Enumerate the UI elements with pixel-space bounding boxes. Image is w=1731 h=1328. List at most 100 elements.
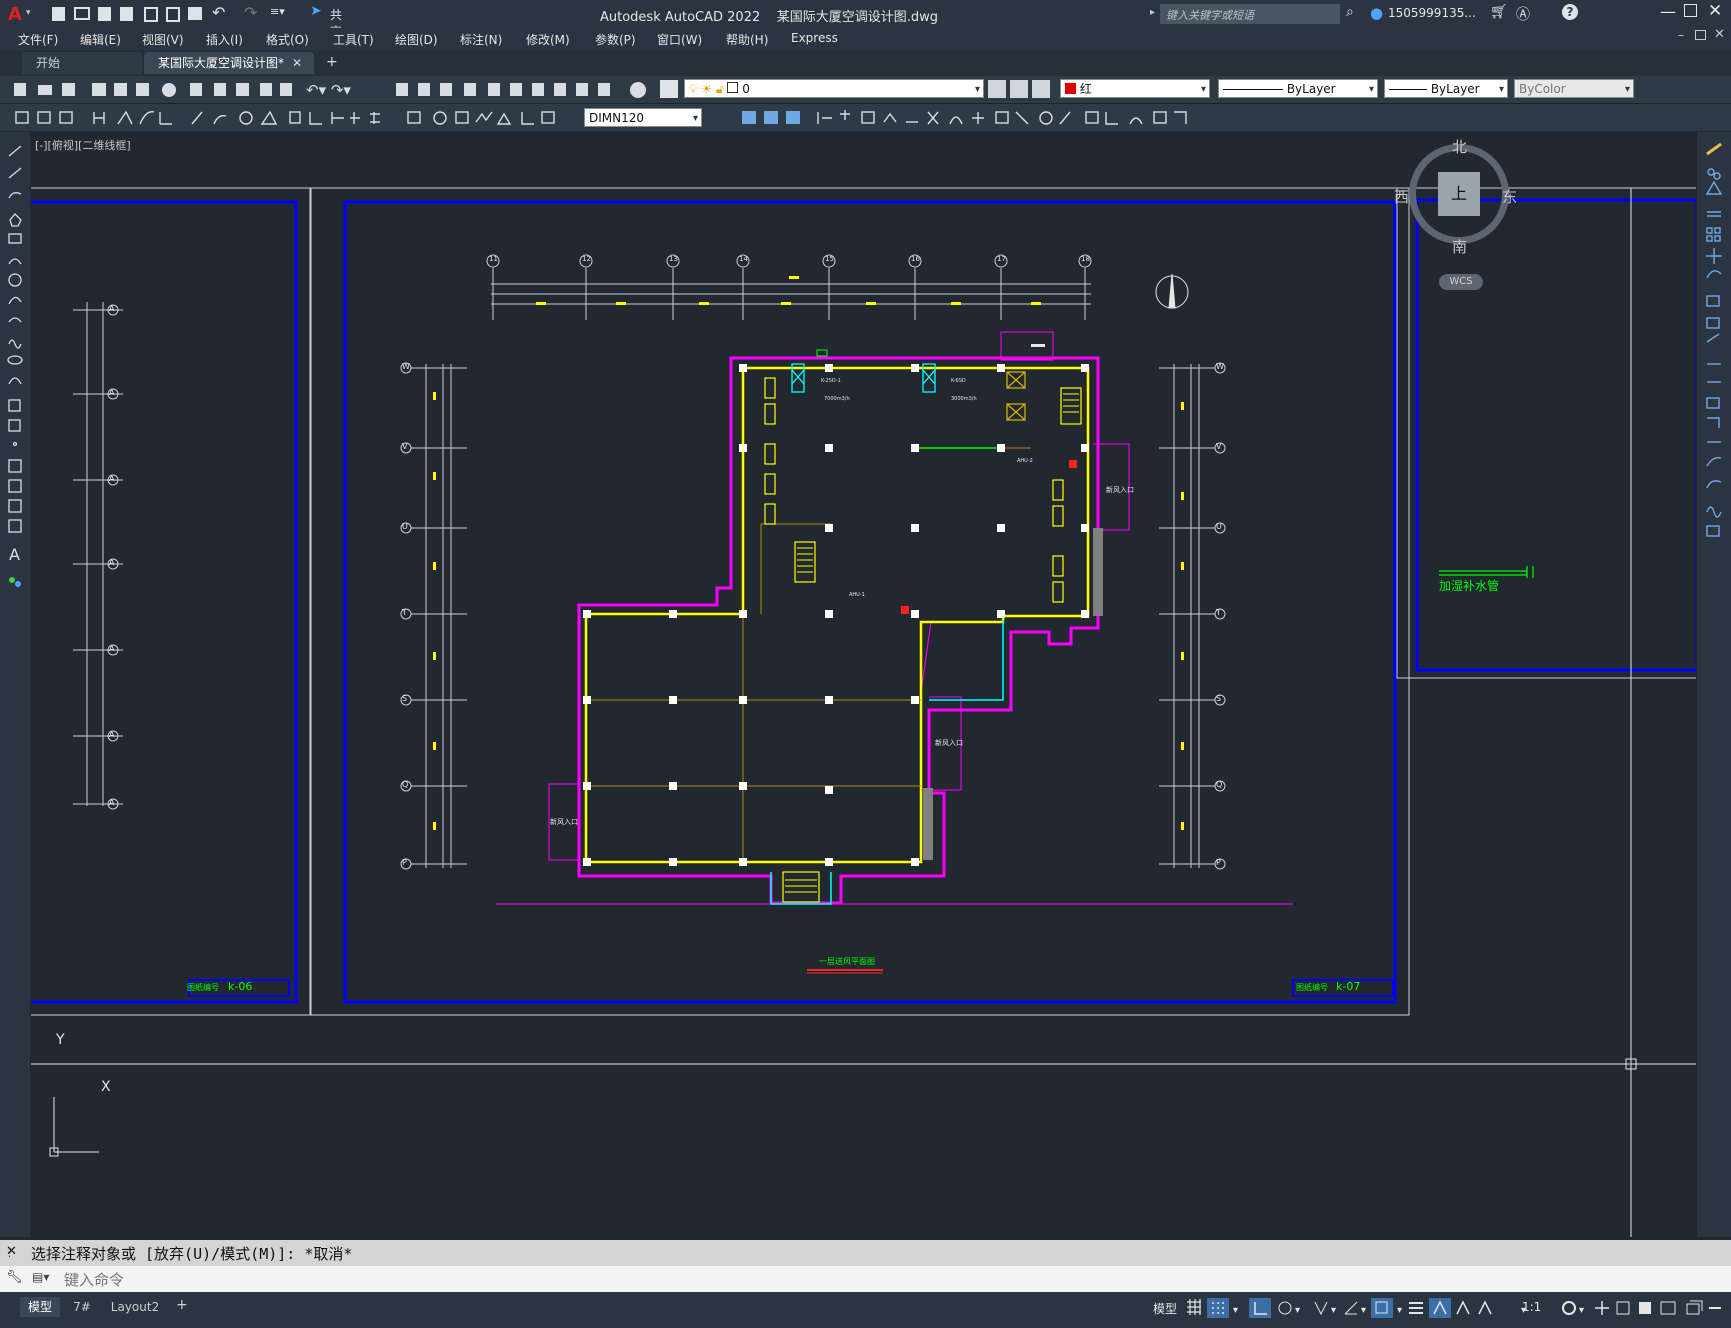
- tab-layout-7[interactable]: 7#: [70, 1297, 94, 1317]
- sheet-number: k-06: [228, 980, 253, 993]
- sun-icon[interactable]: ☀︎: [701, 82, 712, 96]
- ucs-x-label: X: [101, 1079, 111, 1095]
- tab-model[interactable]: 模型: [20, 1297, 60, 1317]
- open-from-web-icon[interactable]: [144, 7, 158, 22]
- recent-commands-icon[interactable]: ▤▾: [32, 1270, 49, 1284]
- menu-draw[interactable]: 绘图(D): [395, 31, 438, 48]
- standard-toolbar-icons[interactable]: ↶▾ ↷▾: [8, 80, 668, 100]
- search-icon[interactable]: ⌕: [1346, 4, 1354, 20]
- dimension-toolbar-icons[interactable]: [10, 108, 580, 128]
- menu-edit[interactable]: 编辑(E): [80, 31, 121, 48]
- grid-label: S: [402, 694, 408, 703]
- menu-help[interactable]: 帮助(H): [726, 31, 768, 48]
- wcs-menu[interactable]: WCS: [1439, 274, 1483, 290]
- lock-icon[interactable]: 🔓︎: [716, 82, 724, 96]
- app-menu-arrow-icon[interactable]: ▾: [26, 8, 31, 18]
- viewcube-south[interactable]: 南: [1452, 236, 1467, 257]
- menu-parametric[interactable]: 参数(P): [595, 31, 636, 48]
- lineweight-dropdown[interactable]: ByLayer ▾: [1384, 79, 1508, 98]
- tab-start[interactable]: 开始: [22, 52, 142, 74]
- autocad-logo[interactable]: A: [8, 4, 22, 25]
- svg-text:3000m3/h: 3000m3/h: [951, 396, 977, 402]
- close-window-icon[interactable]: ✕: [1708, 1, 1722, 21]
- customize-icon[interactable]: 🔧︎: [6, 1270, 23, 1285]
- menu-insert[interactable]: 插入(I): [206, 31, 243, 48]
- viewcube[interactable]: 上 北 南 东 西 WCS: [1389, 132, 1529, 302]
- add-layout-button[interactable]: +: [176, 1297, 188, 1313]
- save-as-icon[interactable]: [120, 7, 133, 21]
- linetype-dropdown[interactable]: ByLayer ▾: [1218, 79, 1378, 98]
- annotation-scale[interactable]: 1:1: [1522, 1300, 1541, 1314]
- fresh-air-entrance-label: 新风入口: [935, 739, 963, 747]
- layer-color-swatch: [727, 82, 739, 93]
- viewcube-top-face[interactable]: 上: [1438, 172, 1480, 216]
- tab-active-drawing[interactable]: 某国际大厦空调设计图* ✕: [144, 52, 314, 74]
- menu-format[interactable]: 格式(O): [266, 31, 309, 48]
- menu-dimension[interactable]: 标注(N): [460, 31, 502, 48]
- command-input[interactable]: [62, 1268, 1706, 1291]
- share-icon[interactable]: ➤: [310, 3, 322, 19]
- grid-label: W: [402, 362, 410, 371]
- search-expand-icon[interactable]: ▸: [1150, 7, 1155, 18]
- grid-label: 11: [489, 255, 498, 263]
- color-dropdown[interactable]: 红 ▾: [1060, 79, 1210, 98]
- doc-close-icon[interactable]: ✕: [1714, 27, 1725, 42]
- ucs-y-label: Y: [56, 1032, 65, 1048]
- autodesk-app-icon[interactable]: Ⓐ: [1516, 4, 1530, 24]
- viewcube-west[interactable]: 西: [1394, 186, 1409, 207]
- doc-minimize-icon[interactable]: –: [1678, 28, 1684, 42]
- layer-dropdown[interactable]: 💡︎ ☀︎ 🔓︎ 0 ▾: [684, 79, 984, 98]
- layer-properties-icon[interactable]: [660, 80, 678, 98]
- doc-restore-icon[interactable]: [1695, 30, 1706, 40]
- status-toggle-icons[interactable]: ▾ ▾ ▾ ▾ ▾ ▾ ▾: [1185, 1298, 1725, 1322]
- grid-label: 13: [669, 255, 678, 263]
- menu-tools[interactable]: 工具(T): [333, 31, 374, 48]
- new-tab-button[interactable]: +: [326, 54, 338, 70]
- close-command-line-icon[interactable]: ✕: [6, 1244, 17, 1259]
- drawing-canvas[interactable]: [-][俯视][二维线框] K-25D-1 K-6SD 7000m3/h 300…: [31, 132, 1696, 1237]
- search-box[interactable]: 键入关键字或短语: [1160, 4, 1340, 24]
- menu-window[interactable]: 窗口(W): [657, 31, 702, 48]
- cart-icon[interactable]: 🛒︎: [1490, 4, 1508, 20]
- save-to-web-icon[interactable]: [166, 7, 180, 22]
- model-space-toggle[interactable]: 模型: [1153, 1300, 1177, 1317]
- fresh-air-entrance-label: 新风入口: [1106, 486, 1134, 494]
- grid-label: P: [1216, 858, 1221, 867]
- layer-previous-icon[interactable]: [1010, 80, 1028, 98]
- layer-match-icon[interactable]: [1032, 80, 1050, 98]
- menu-view[interactable]: 视图(V): [142, 31, 184, 48]
- modify-toolbar-icons-right[interactable]: [1697, 132, 1731, 552]
- plotstyle-dropdown[interactable]: ByColor ▾: [1514, 79, 1634, 98]
- customize-qat-icon[interactable]: ≡▾: [270, 5, 285, 18]
- tab-layout2[interactable]: Layout2: [104, 1297, 166, 1317]
- menu-file[interactable]: 文件(F): [18, 31, 58, 48]
- new-file-icon[interactable]: [52, 7, 65, 21]
- save-icon[interactable]: [98, 7, 111, 21]
- standard-toolbar: ↶▾ ↷▾ 💡︎ ☀︎ 🔓︎ 0 ▾ 红 ▾ ByLayer ▾ ByLayer…: [0, 76, 1731, 104]
- maximize-icon[interactable]: [1684, 4, 1697, 17]
- lightbulb-icon[interactable]: 💡︎: [689, 82, 697, 96]
- tab-close-icon[interactable]: ✕: [292, 52, 302, 74]
- grid-label: A: [109, 304, 115, 313]
- dimstyle-dropdown[interactable]: DIMN120 ▾: [584, 108, 702, 127]
- minimize-icon[interactable]: —: [1660, 2, 1676, 21]
- redo-icon[interactable]: ↷: [244, 3, 257, 22]
- linetype-name: ByLayer: [1286, 82, 1336, 96]
- plot-icon[interactable]: [188, 7, 202, 20]
- menu-modify[interactable]: 修改(M): [526, 31, 570, 48]
- svg-text:K-25D-1: K-25D-1: [821, 378, 841, 384]
- grid-label: A: [109, 798, 115, 807]
- open-file-icon[interactable]: [74, 7, 90, 20]
- modify-toolbar-icons[interactable]: [706, 108, 1226, 128]
- undo-icon[interactable]: ↶: [212, 3, 225, 22]
- user-icon[interactable]: ●: [1370, 4, 1383, 22]
- help-icon[interactable]: ?: [1562, 4, 1578, 20]
- user-name[interactable]: 1505999135...: [1388, 6, 1476, 20]
- viewcube-east[interactable]: 东: [1502, 186, 1517, 207]
- viewcube-north[interactable]: 北: [1452, 136, 1467, 157]
- make-current-layer-icon[interactable]: [988, 80, 1006, 98]
- svg-text:AHU-1: AHU-1: [849, 592, 865, 598]
- tab-start-label: 开始: [36, 56, 61, 70]
- draw-toolbar-icons[interactable]: A: [0, 132, 30, 612]
- menu-express[interactable]: Express: [791, 31, 838, 45]
